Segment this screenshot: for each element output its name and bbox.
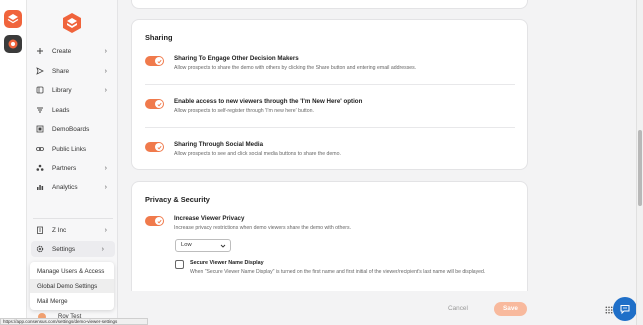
app-icon-dark[interactable] xyxy=(4,35,22,53)
send-icon xyxy=(36,67,44,75)
sidebar-item-leads[interactable]: Leads xyxy=(27,102,118,118)
status-bar-url: https://app.consensus.com/settings/demo-… xyxy=(0,318,148,325)
board-icon xyxy=(36,125,44,133)
divider xyxy=(145,84,515,85)
chevron-right-icon: › xyxy=(101,245,104,253)
plus-icon xyxy=(36,47,44,55)
sidebar-item-label: Create xyxy=(52,47,72,55)
option-description: Allow prospects to see and click social … xyxy=(174,151,341,157)
toggle-switch[interactable] xyxy=(145,99,164,109)
cancel-button[interactable]: Cancel xyxy=(448,305,468,312)
toggle-switch[interactable] xyxy=(145,216,164,226)
menu-item-mail-merge[interactable]: Mail Merge xyxy=(30,294,114,308)
privacy-level-select[interactable]: Low xyxy=(175,239,231,252)
menu-item-manage-users[interactable]: Manage Users & Access xyxy=(30,264,114,278)
option-description: Increase privacy restrictions when demo … xyxy=(174,225,352,231)
toggle-switch[interactable] xyxy=(145,56,164,66)
app-rail xyxy=(0,0,27,325)
link-icon xyxy=(36,145,44,153)
divider xyxy=(145,127,515,128)
building-icon xyxy=(36,226,44,234)
sidebar-item-public-links[interactable]: Public Links xyxy=(27,141,118,157)
scrollbar[interactable] xyxy=(636,0,643,325)
scrollbar-thumb[interactable] xyxy=(638,130,642,206)
sidebar-item-label: Z Inc xyxy=(52,226,67,234)
sharing-card: Sharing Sharing To Engage Other Decision… xyxy=(131,19,528,170)
save-button[interactable]: Save xyxy=(494,302,527,316)
chevron-down-icon xyxy=(220,244,226,248)
sidebar-item-label: Settings xyxy=(52,245,76,253)
sidebar-item-analytics[interactable]: Analytics › xyxy=(27,179,118,195)
chevron-right-icon: › xyxy=(104,47,107,55)
brand-logo-icon[interactable] xyxy=(61,12,83,34)
option-title: Increase Viewer Privacy xyxy=(174,215,245,222)
previous-section-card xyxy=(131,0,528,9)
toggle-switch[interactable] xyxy=(145,142,164,152)
sidebar-divider xyxy=(33,218,113,219)
sidebar-item-label: Partners xyxy=(52,164,77,172)
sidebar-item-label: Share xyxy=(52,67,70,75)
sidebar-item-label: DemoBoards xyxy=(52,125,90,133)
checkbox-description: When "Secure Viewer Name Display" is tur… xyxy=(190,269,486,275)
partners-icon xyxy=(36,164,44,172)
sidebar-item-label: Public Links xyxy=(52,145,87,153)
option-description: Allow prospects to self-register through… xyxy=(174,108,314,114)
select-value: Low xyxy=(181,242,192,248)
chevron-right-icon: › xyxy=(104,86,107,94)
secure-name-checkbox[interactable] xyxy=(175,260,184,269)
chat-button[interactable] xyxy=(613,297,637,321)
option-title: Sharing Through Social Media xyxy=(174,141,264,148)
chevron-right-icon: › xyxy=(104,164,107,172)
library-icon xyxy=(36,86,44,94)
sidebar-item-label: Analytics xyxy=(52,183,78,191)
chevron-right-icon: › xyxy=(104,183,107,191)
sidebar-item-partners[interactable]: Partners › xyxy=(27,160,118,176)
filter-icon xyxy=(36,106,44,114)
settings-menu: Manage Users & Access Global Demo Settin… xyxy=(30,262,114,310)
sidebar-item-label: Library xyxy=(52,86,72,94)
app-icon-orange[interactable] xyxy=(4,10,22,28)
check-icon xyxy=(155,57,163,65)
option-title: Sharing To Engage Other Decision Makers xyxy=(174,55,299,62)
apps-grid-icon[interactable] xyxy=(605,306,613,314)
chevron-right-icon: › xyxy=(104,67,107,75)
section-title: Sharing xyxy=(145,33,173,42)
sidebar-item-library[interactable]: Library › xyxy=(27,82,118,98)
chat-icon xyxy=(620,305,630,315)
section-title: Privacy & Security xyxy=(145,195,210,204)
sidebar-item-org[interactable]: Z Inc › xyxy=(27,222,118,238)
option-title: Enable access to new viewers through the… xyxy=(174,98,363,105)
sidebar-item-create[interactable]: Create › xyxy=(27,43,118,59)
option-description: Allow prospects to share the demo with o… xyxy=(174,65,417,71)
check-icon xyxy=(155,100,163,108)
check-icon xyxy=(155,217,163,225)
main-content: Sharing Sharing To Engage Other Decision… xyxy=(118,0,636,325)
chevron-right-icon: › xyxy=(104,226,107,234)
checkbox-label: Secure Viewer Name Display xyxy=(190,260,264,266)
sidebar-item-share[interactable]: Share › xyxy=(27,63,118,79)
sidebar-item-label: Leads xyxy=(52,106,70,114)
sidebar-item-settings[interactable]: Settings › xyxy=(31,241,115,257)
sidebar-item-demoboards[interactable]: DemoBoards xyxy=(27,121,118,137)
check-icon xyxy=(155,143,163,151)
analytics-icon xyxy=(36,183,44,191)
gear-icon xyxy=(36,245,44,253)
privacy-card: Privacy & Security Increase Viewer Priva… xyxy=(131,181,528,291)
menu-item-global-demo-settings[interactable]: Global Demo Settings xyxy=(30,279,114,293)
